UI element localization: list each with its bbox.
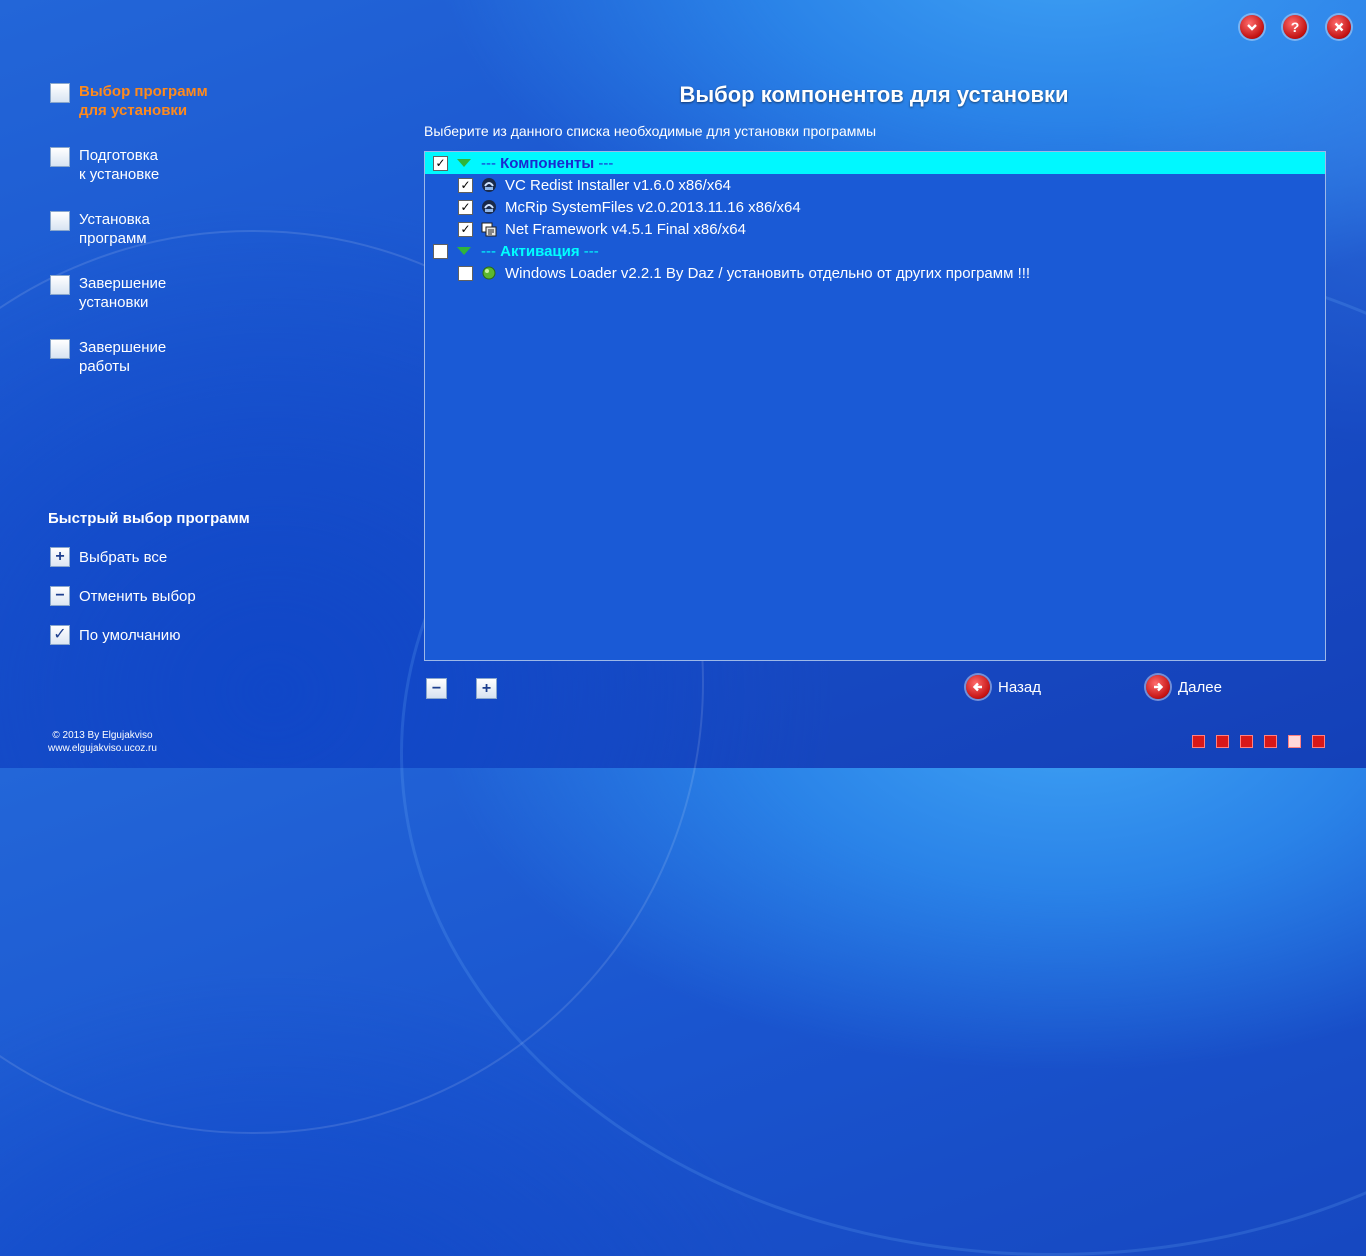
step-install: Установка программ	[50, 210, 150, 248]
close-button[interactable]	[1327, 15, 1351, 39]
arrow-right-icon	[1146, 675, 1170, 699]
chevron-down-icon	[1247, 24, 1257, 31]
framework-icon	[481, 222, 497, 237]
progress-indicator	[1192, 735, 1325, 748]
tree-item[interactable]: ✓ McRip SystemFiles v2.0.2013.11.16 x86/…	[425, 196, 1325, 218]
minimize-button[interactable]	[1240, 15, 1264, 39]
plus-icon: +	[50, 547, 70, 567]
step-indicator	[50, 339, 70, 359]
progress-dot	[1240, 735, 1253, 748]
progress-dot	[1312, 735, 1325, 748]
arrow-left-icon	[966, 675, 990, 699]
next-label: Далее	[1178, 678, 1222, 696]
item-checkbox[interactable]: ✓	[458, 199, 473, 215]
default-select-button[interactable]: ✓ По умолчанию	[50, 625, 180, 645]
step-indicator	[50, 83, 70, 103]
expand-arrow-icon[interactable]	[457, 247, 471, 255]
step-label: Завершение установки	[79, 275, 167, 311]
back-button[interactable]: Назад	[966, 675, 1041, 699]
page-title: Выбор компонентов для установки	[679, 82, 1069, 107]
deselect-all-button[interactable]: − Отменить выбор	[50, 586, 196, 606]
tree-item[interactable]: Windows Loader v2.2.1 By Daz / установит…	[425, 262, 1325, 284]
page-subtitle: Выберите из данного списка необходимые д…	[424, 123, 877, 139]
item-checkbox[interactable]	[458, 265, 473, 281]
item-label: VC Redist Installer v1.6.0 x86/x64	[505, 176, 731, 194]
help-icon: ?	[1290, 19, 1300, 35]
close-icon	[1334, 22, 1344, 32]
collapse-all-button[interactable]: −	[426, 678, 447, 699]
select-all-button[interactable]: + Выбрать все	[50, 547, 167, 567]
step-label: Установка программ	[79, 211, 150, 247]
step-select-programs: Выбор программ для установки	[50, 82, 208, 120]
group-label: --- Активация ---	[481, 242, 599, 260]
progress-dot	[1288, 735, 1301, 748]
item-label: Net Framework v4.5.1 Final x86/x64	[505, 220, 746, 238]
expand-all-button[interactable]: +	[476, 678, 497, 699]
website-link[interactable]: www.elgujakviso.ucoz.ru	[48, 742, 157, 755]
copyright-line: © 2013 By Elgujakviso	[52, 730, 153, 741]
group-checkbox[interactable]: ✓	[433, 155, 448, 171]
help-button[interactable]: ?	[1283, 15, 1307, 39]
default-select-label: По умолчанию	[79, 626, 181, 644]
step-finish-work: Завершение работы	[50, 338, 166, 376]
progress-dot	[1264, 735, 1277, 748]
tree-group-components[interactable]: ✓ --- Компоненты ---	[425, 152, 1325, 174]
next-button[interactable]: Далее	[1146, 675, 1222, 699]
checkmark-icon: ✓	[50, 625, 70, 645]
step-label: Выбор программ для установки	[79, 83, 208, 119]
globe-icon	[482, 266, 496, 280]
quick-select-title: Быстрый выбор программ	[48, 510, 250, 527]
item-label: McRip SystemFiles v2.0.2013.11.16 x86/x6…	[505, 198, 801, 216]
step-indicator	[50, 211, 70, 231]
item-checkbox[interactable]: ✓	[458, 177, 473, 193]
group-label: --- Компоненты ---	[481, 154, 614, 172]
item-label: Windows Loader v2.2.1 By Daz / установит…	[505, 264, 1031, 282]
tree-group-activation[interactable]: --- Активация ---	[425, 240, 1325, 262]
item-checkbox[interactable]: ✓	[458, 221, 473, 237]
step-indicator	[50, 275, 70, 295]
components-tree[interactable]: ✓ --- Компоненты --- ✓ VC Redist Install…	[424, 151, 1326, 661]
step-label: Подготовка к установке	[79, 147, 160, 183]
step-indicator	[50, 147, 70, 167]
copyright: © 2013 By Elgujakviso www.elgujakviso.uc…	[48, 729, 157, 755]
deselect-all-label: Отменить выбор	[79, 587, 196, 605]
back-label: Назад	[998, 678, 1041, 696]
tree-item[interactable]: ✓ Net Framework v4.5.1 Final x86/x64	[425, 218, 1325, 240]
minus-icon: −	[50, 586, 70, 606]
select-all-label: Выбрать все	[79, 548, 168, 566]
step-finish-install: Завершение установки	[50, 274, 166, 312]
progress-dot	[1216, 735, 1229, 748]
group-checkbox[interactable]	[433, 243, 448, 259]
progress-dot	[1192, 735, 1205, 748]
tree-item[interactable]: ✓ VC Redist Installer v1.6.0 x86/x64	[425, 174, 1325, 196]
installer-icon	[482, 178, 496, 192]
step-label: Завершение работы	[79, 339, 167, 375]
expand-arrow-icon[interactable]	[457, 159, 471, 167]
installer-icon	[482, 200, 496, 214]
step-prepare: Подготовка к установке	[50, 146, 159, 184]
